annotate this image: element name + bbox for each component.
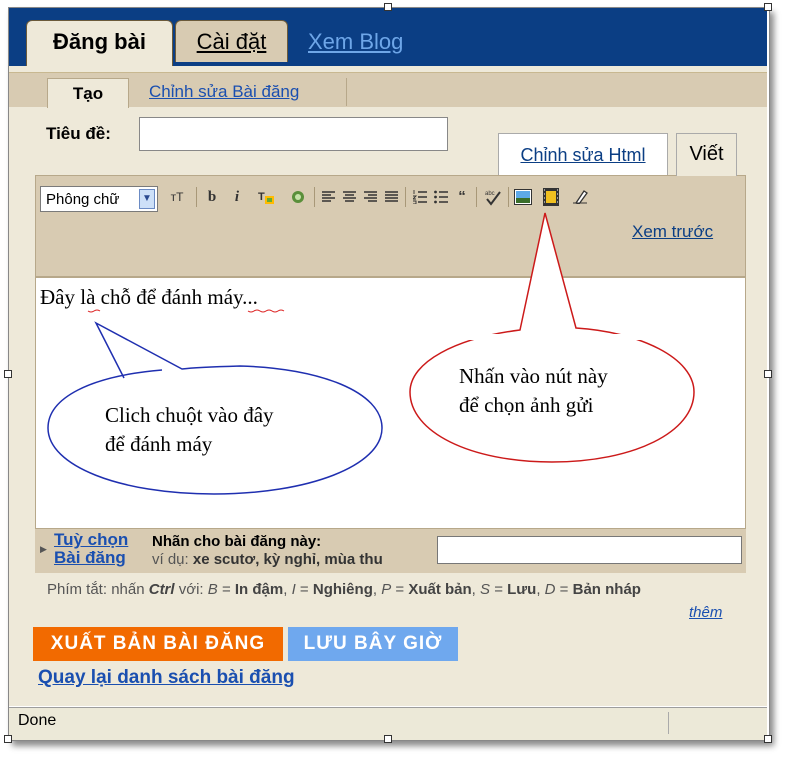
spellcheck-underline: [87, 309, 285, 313]
callout-line: để đánh máy: [105, 432, 213, 456]
callout-line: Clich chuột vào đây: [105, 403, 274, 427]
annotation-overlay: [47, 212, 695, 495]
resize-handle[interactable]: [4, 370, 12, 378]
tab-post[interactable]: Đăng bài: [26, 20, 173, 66]
image-button-callout-text: Nhấn vào nút này để chọn ảnh gửi: [459, 362, 608, 420]
compose-tab[interactable]: Viết: [676, 133, 737, 176]
callout-mask: [420, 334, 688, 340]
resize-handle[interactable]: [764, 735, 772, 743]
callout-line: để chọn ảnh gửi: [459, 393, 594, 417]
click-here-callout-text: Clich chuột vào đây để đánh máy: [105, 401, 274, 459]
resize-handle[interactable]: [384, 3, 392, 11]
resize-handle[interactable]: [4, 735, 12, 743]
resize-handle[interactable]: [384, 735, 392, 743]
resize-handle[interactable]: [764, 370, 772, 378]
resize-handle[interactable]: [764, 3, 772, 11]
callout-line: Nhấn vào nút này: [459, 364, 608, 388]
